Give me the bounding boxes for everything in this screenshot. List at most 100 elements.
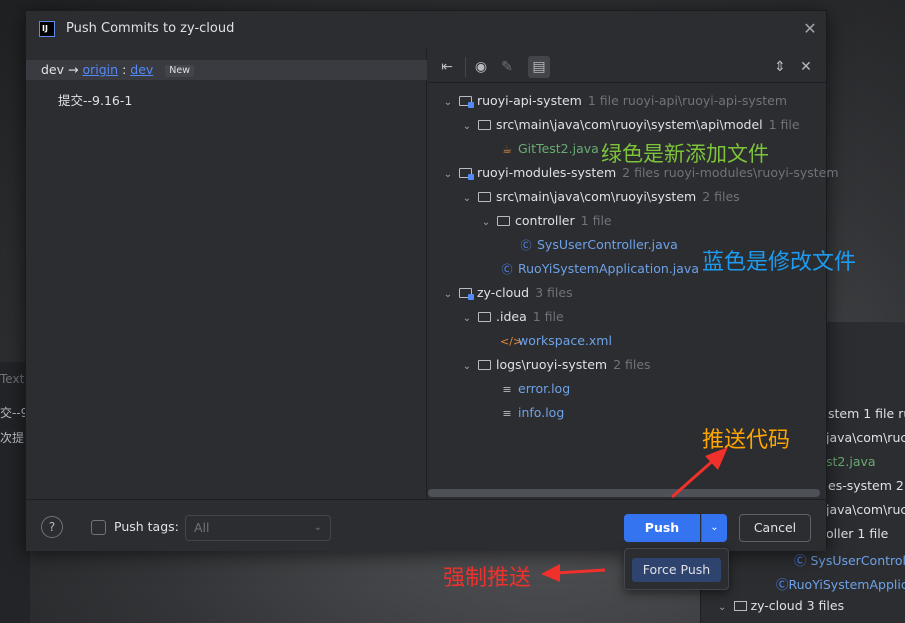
background-right-text: es-system 2 fi: [828, 478, 905, 493]
tree-item-file[interactable]: </>workspace.xml: [498, 329, 612, 353]
background-right-text: st2.java: [826, 454, 876, 469]
toolbar-separator: [465, 57, 466, 77]
edit-pencil-icon[interactable]: ✎: [498, 58, 516, 76]
horizontal-scrollbar[interactable]: [428, 489, 820, 497]
changes-toolbar: ⇤ ◉ ✎ ▤ ⇕ ✕: [428, 49, 826, 83]
tree-item-folder[interactable]: ⌄ logs\ruoyi-system 2 files: [459, 353, 651, 377]
tree-item-file[interactable]: Ⓒ RuoYiSystemApplication.java: [498, 257, 699, 281]
group-by-icon[interactable]: ▤: [528, 56, 550, 78]
tree-item-label: ruoyi-api-system: [477, 93, 582, 108]
tree-item-label: RuoYiSystemApplication.java: [518, 261, 699, 276]
push-options-popup: Force Push: [624, 548, 729, 590]
chevron-down-icon[interactable]: ⌄: [459, 355, 475, 379]
java-class-icon: Ⓒ: [520, 239, 532, 252]
tree-item-module[interactable]: ⌄ ruoyi-api-system 1 file ruoyi-api\ruoyi-…: [440, 89, 787, 113]
background-left-text: Text: [0, 372, 25, 386]
background-right-text: java\com\ruc: [826, 430, 905, 445]
tree-item-folder[interactable]: ⌄ src\main\java\com\ruoyi\system 2 files: [459, 185, 740, 209]
tree-item-label: error.log: [518, 381, 571, 396]
commits-pane: dev → origin : dev New 提交--9.16-1: [26, 49, 427, 499]
tree-item-label: zy-cloud: [477, 285, 530, 300]
branch-row[interactable]: dev → origin : dev New: [26, 60, 427, 80]
tree-item-folder[interactable]: ⌄ .idea 1 file: [459, 305, 564, 329]
dialog-title: Push Commits to zy-cloud: [66, 21, 235, 36]
annotation-new-files: 绿色是新添加文件: [601, 142, 769, 166]
push-tags-checkbox[interactable]: [91, 520, 106, 535]
folder-icon: [478, 360, 491, 370]
local-branch: dev: [41, 62, 65, 77]
close-icon[interactable]: ✕: [801, 20, 819, 38]
dialog-titlebar: IJ Push Commits to zy-cloud ✕: [26, 11, 826, 49]
folder-icon: [478, 312, 491, 322]
tree-item-file[interactable]: ☕ GitTest2.java: [498, 137, 599, 161]
tree-item-label: ruoyi-modules-system: [477, 165, 617, 180]
chevron-down-icon: ⌄: [710, 522, 719, 533]
background-right-text: ⌄ zy-cloud 3 files: [718, 598, 845, 613]
tree-item-folder[interactable]: ⌄ controller 1 file: [478, 209, 612, 233]
background-right-text: stem 1 file ru: [828, 406, 905, 421]
push-commits-dialog: IJ Push Commits to zy-cloud ✕ dev → orig…: [25, 10, 839, 551]
chevron-down-icon[interactable]: ⌄: [459, 115, 475, 139]
tree-item-label: logs\ruoyi-system: [496, 357, 608, 372]
java-class-icon: Ⓒ: [501, 263, 513, 276]
tree-item-hint: 1 file ruoyi-api\ruoyi-api-system: [587, 93, 788, 108]
push-button[interactable]: Push: [624, 514, 700, 542]
tree-item-file[interactable]: ≡ info.log: [498, 401, 564, 425]
tree-item-hint: 3 files: [535, 285, 573, 300]
push-dropdown-button[interactable]: ⌄: [701, 514, 727, 542]
background-left-text: 次提: [0, 431, 25, 445]
chevron-down-icon[interactable]: ⌄: [440, 91, 456, 115]
intellij-app-icon: IJ: [39, 21, 55, 37]
tree-item-label: controller: [515, 213, 575, 228]
chevron-down-icon[interactable]: ⌄: [440, 283, 456, 307]
tree-item-hint: 2 files: [702, 189, 740, 204]
tree-item-folder[interactable]: ⌄ src\main\java\com\ruoyi\system\api\mode…: [459, 113, 800, 137]
tree-item-hint: 1 file: [580, 213, 612, 228]
push-tags-label: Push tags:: [114, 519, 179, 534]
eye-icon[interactable]: ◉: [472, 58, 490, 76]
module-folder-icon: [459, 96, 474, 108]
expand-all-icon[interactable]: ⇕: [771, 58, 789, 76]
background-right-text: java\com\ruc: [826, 502, 905, 517]
new-badge: New: [165, 65, 195, 77]
chevron-down-icon[interactable]: ⌄: [440, 163, 456, 187]
tree-item-label: .idea: [496, 309, 527, 324]
remote-link[interactable]: origin: [82, 62, 118, 77]
java-file-icon: ☕: [502, 143, 512, 156]
tree-item-label: src\main\java\com\ruoyi\system\api\model: [496, 117, 763, 132]
collapse-arrows-icon[interactable]: ⇤: [438, 58, 456, 76]
tree-item-file[interactable]: Ⓒ SysUserController.java: [517, 233, 678, 257]
cancel-button[interactable]: Cancel: [739, 514, 811, 542]
branch-arrow: →: [68, 62, 79, 77]
background-right-text: ⒸRuoYiSystemApplica: [776, 577, 905, 592]
chevron-down-icon[interactable]: ⌄: [459, 307, 475, 331]
tree-item-label: GitTest2.java: [518, 141, 599, 156]
annotation-push-code: 推送代码: [702, 428, 791, 453]
collapse-all-icon[interactable]: ✕: [797, 58, 815, 76]
annotation-force-push: 强制推送: [443, 566, 532, 591]
help-button[interactable]: ?: [41, 516, 63, 538]
tree-item-hint: 1 file: [768, 117, 800, 132]
module-folder-icon: [459, 168, 474, 180]
chevron-down-icon[interactable]: ⌄: [459, 187, 475, 211]
force-push-menu-item[interactable]: Force Push: [632, 558, 721, 582]
tree-item-module[interactable]: ⌄ zy-cloud 3 files: [440, 281, 573, 305]
branch-separator: :: [122, 62, 127, 77]
tree-item-label: src\main\java\com\ruoyi\system: [496, 189, 697, 204]
background-right-text: Ⓒ SysUserControll: [794, 553, 905, 568]
background-right-text: oller 1 file: [826, 526, 889, 541]
folder-icon: [497, 216, 510, 226]
folder-icon: [478, 120, 491, 130]
remote-branch-link[interactable]: dev: [130, 62, 153, 77]
tree-item-label: workspace.xml: [518, 333, 612, 348]
commit-item[interactable]: 提交--9.16-1: [58, 90, 132, 109]
log-file-icon: ≡: [502, 407, 512, 420]
log-file-icon: ≡: [502, 383, 512, 396]
xml-file-icon: </>: [500, 335, 523, 348]
chevron-down-icon[interactable]: ⌄: [478, 211, 494, 235]
tree-item-hint: 2 files: [613, 357, 651, 372]
tree-item-file[interactable]: ≡ error.log: [498, 377, 570, 401]
push-tags-value: All: [194, 520, 210, 535]
annotation-modified-files: 蓝色是修改文件: [702, 250, 857, 275]
push-tags-select[interactable]: All ⌄: [185, 515, 331, 541]
